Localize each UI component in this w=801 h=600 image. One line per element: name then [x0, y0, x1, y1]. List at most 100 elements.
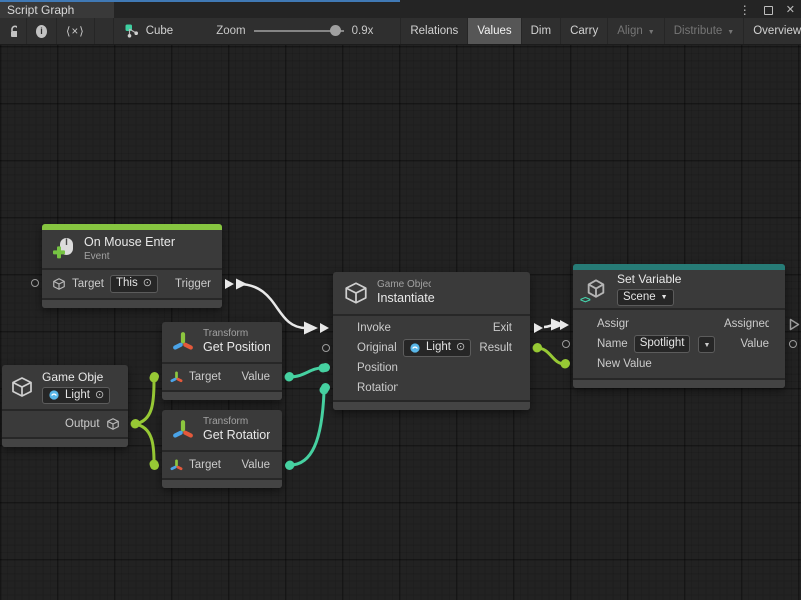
port-result-out[interactable] — [533, 343, 542, 352]
node-title: Instantiate — [377, 291, 435, 307]
align-dropdown[interactable]: Align ▼ — [608, 18, 665, 44]
maximize-icon[interactable] — [764, 6, 773, 15]
object-picker-icon[interactable]: ⊙ — [95, 390, 104, 401]
info-icon: i — [36, 25, 47, 38]
mouse-enter-icon — [52, 237, 76, 261]
game-object-icon — [10, 375, 34, 399]
lock-icon — [9, 25, 17, 38]
rotation-label: Rotation — [357, 382, 398, 394]
port-invoke-in[interactable] — [320, 323, 329, 333]
node-footer — [42, 300, 222, 308]
info-button[interactable]: i — [27, 18, 57, 44]
script-graph-icon — [125, 24, 139, 38]
port-name-in[interactable] — [562, 340, 570, 348]
tab-script-graph[interactable]: Script Graph — [0, 2, 114, 18]
port-position-in[interactable] — [321, 363, 330, 372]
port-value-out[interactable] — [789, 340, 797, 348]
port-newvalue-in[interactable] — [561, 359, 570, 368]
port-target-in[interactable] — [31, 279, 39, 287]
tab-bar: Script Graph ⋮ ✕ — [0, 0, 801, 18]
assigned-label: Assigned — [724, 318, 769, 330]
result-label: Result — [479, 342, 512, 354]
lock-button[interactable] — [0, 18, 27, 44]
transform-icon — [172, 331, 194, 353]
game-object-icon — [106, 417, 120, 431]
variable-name-field[interactable]: Spotlight — [634, 335, 691, 353]
node-on-mouse-enter[interactable]: On Mouse Enter Event Target This ⊙ Trigg… — [42, 224, 222, 308]
close-icon[interactable]: ✕ — [786, 5, 795, 16]
code-angle-icon: <> — [580, 295, 590, 306]
zoom-slider[interactable] — [254, 30, 344, 32]
node-footer — [162, 392, 282, 400]
carry-button[interactable]: Carry — [561, 18, 608, 44]
port-value-out[interactable] — [285, 372, 294, 381]
trigger-label: Trigger — [175, 278, 212, 290]
values-button[interactable]: Values — [468, 18, 521, 44]
port-exit-out[interactable] — [534, 323, 543, 333]
node-category: Transform — [203, 416, 270, 429]
port-assign-in[interactable] — [560, 320, 569, 330]
relations-button[interactable]: Relations — [401, 18, 468, 44]
graph-name: Cube — [146, 25, 174, 37]
node-subtitle: Event — [84, 251, 175, 264]
port-target-in[interactable] — [150, 461, 159, 470]
node-footer — [162, 480, 282, 488]
game-object-icon — [343, 280, 369, 306]
light-icon — [409, 342, 421, 354]
object-picker-icon[interactable]: ⊙ — [456, 342, 465, 353]
target-label: Target — [72, 278, 104, 290]
overview-button[interactable]: Overview — [744, 18, 801, 44]
distribute-dropdown[interactable]: Distribute ▼ — [665, 18, 745, 44]
port-original-in[interactable] — [322, 344, 330, 352]
output-label: Output — [65, 418, 100, 430]
original-label: Original — [357, 342, 397, 354]
unity-variable-icon: <> — [583, 276, 609, 302]
port-trigger-out[interactable] — [225, 279, 234, 289]
new-value-label: New Value — [597, 358, 652, 370]
node-get-rotation[interactable]: Transform Get Rotation Target Value — [162, 410, 282, 488]
zoom-value: 0.9x — [352, 25, 374, 37]
node-category: Transform — [203, 328, 270, 341]
name-label: Name — [597, 338, 628, 350]
node-footer — [333, 402, 530, 410]
transform-icon — [170, 371, 183, 384]
zoom-slider-handle[interactable] — [330, 25, 341, 36]
object-picker-icon[interactable]: ⊙ — [143, 278, 152, 289]
node-footer — [2, 439, 128, 447]
transform-icon — [172, 419, 194, 441]
dim-button[interactable]: Dim — [522, 18, 561, 44]
value-label: Value — [241, 371, 270, 383]
chevron-down-icon: ▼ — [703, 342, 710, 349]
code-icon: ⟨×⟩ — [66, 24, 85, 38]
node-instantiate[interactable]: Game Object Instantiate Invoke Exit Orig… — [333, 272, 530, 410]
value-label: Value — [241, 459, 270, 471]
graph-breadcrumb[interactable]: Cube — [113, 18, 183, 44]
node-game-object-light[interactable]: Game Object Light ⊙ Output — [2, 365, 128, 447]
port-value-out[interactable] — [285, 461, 294, 470]
chevron-down-icon: ▼ — [661, 294, 668, 302]
variable-name-dropdown-button[interactable]: ▼ — [698, 336, 715, 353]
target-object-field[interactable]: This ⊙ — [110, 275, 158, 293]
node-title: Set Variable — [617, 272, 681, 287]
port-target-in[interactable] — [150, 372, 159, 381]
chevron-down-icon: ▼ — [727, 29, 734, 36]
node-title: On Mouse Enter — [84, 235, 175, 251]
graph-toolbar: i ⟨×⟩ Cube Zoom 0.9x Relations Values Di… — [0, 18, 801, 45]
port-output-out[interactable] — [131, 419, 140, 428]
exit-label: Exit — [493, 322, 512, 334]
object-field[interactable]: Light ⊙ — [42, 387, 110, 405]
variable-scope-dropdown[interactable]: Scene ▼ — [617, 289, 674, 307]
port-assigned-out[interactable] — [789, 318, 800, 334]
node-get-position[interactable]: Transform Get Position Target Value — [162, 322, 282, 400]
code-preview-button[interactable]: ⟨×⟩ — [57, 18, 95, 44]
original-object-field[interactable]: Light ⊙ — [403, 339, 471, 357]
port-rotation-in[interactable] — [321, 383, 330, 392]
node-title: Get Position — [203, 340, 270, 356]
node-set-variable[interactable]: <> Set Variable Scene ▼ Assign Assigned … — [573, 264, 785, 388]
tab-title: Script Graph — [7, 3, 74, 17]
window-menu-icon[interactable]: ⋮ — [739, 4, 751, 16]
target-label: Target — [189, 371, 221, 383]
zoom-label: Zoom — [216, 25, 245, 37]
target-label: Target — [189, 459, 221, 471]
position-label: Position — [357, 362, 398, 374]
